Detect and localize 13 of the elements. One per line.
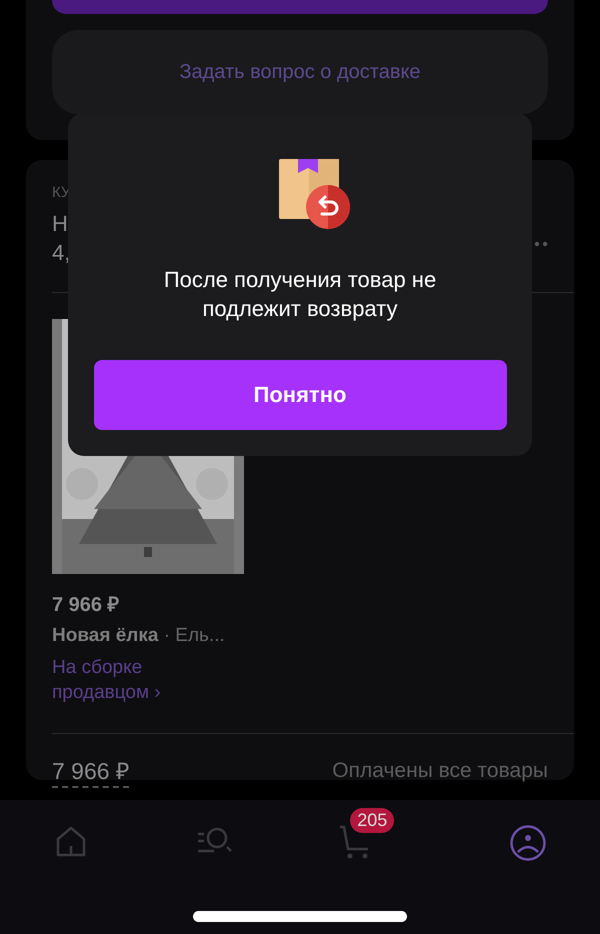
order-total[interactable]: 7 966 ₽ bbox=[52, 754, 129, 788]
item-price: 7 966 ₽ bbox=[52, 593, 121, 617]
order-heading: 4, bbox=[52, 239, 70, 267]
order-heading: Н bbox=[52, 210, 68, 238]
cart-count-badge: 205 bbox=[350, 808, 394, 833]
item-detail: · Ель... bbox=[164, 625, 225, 646]
item-name: Новая ёлка bbox=[52, 625, 158, 646]
primary-button[interactable] bbox=[52, 0, 548, 14]
profile-icon bbox=[508, 824, 547, 862]
nav-button[interactable]: 205 bbox=[336, 808, 404, 862]
modal-message: После получения товар не подлежит возврату bbox=[162, 266, 438, 323]
confirm-button[interactable]: Понятно bbox=[94, 360, 506, 430]
payment-status: Оплачены все товары bbox=[332, 759, 548, 783]
